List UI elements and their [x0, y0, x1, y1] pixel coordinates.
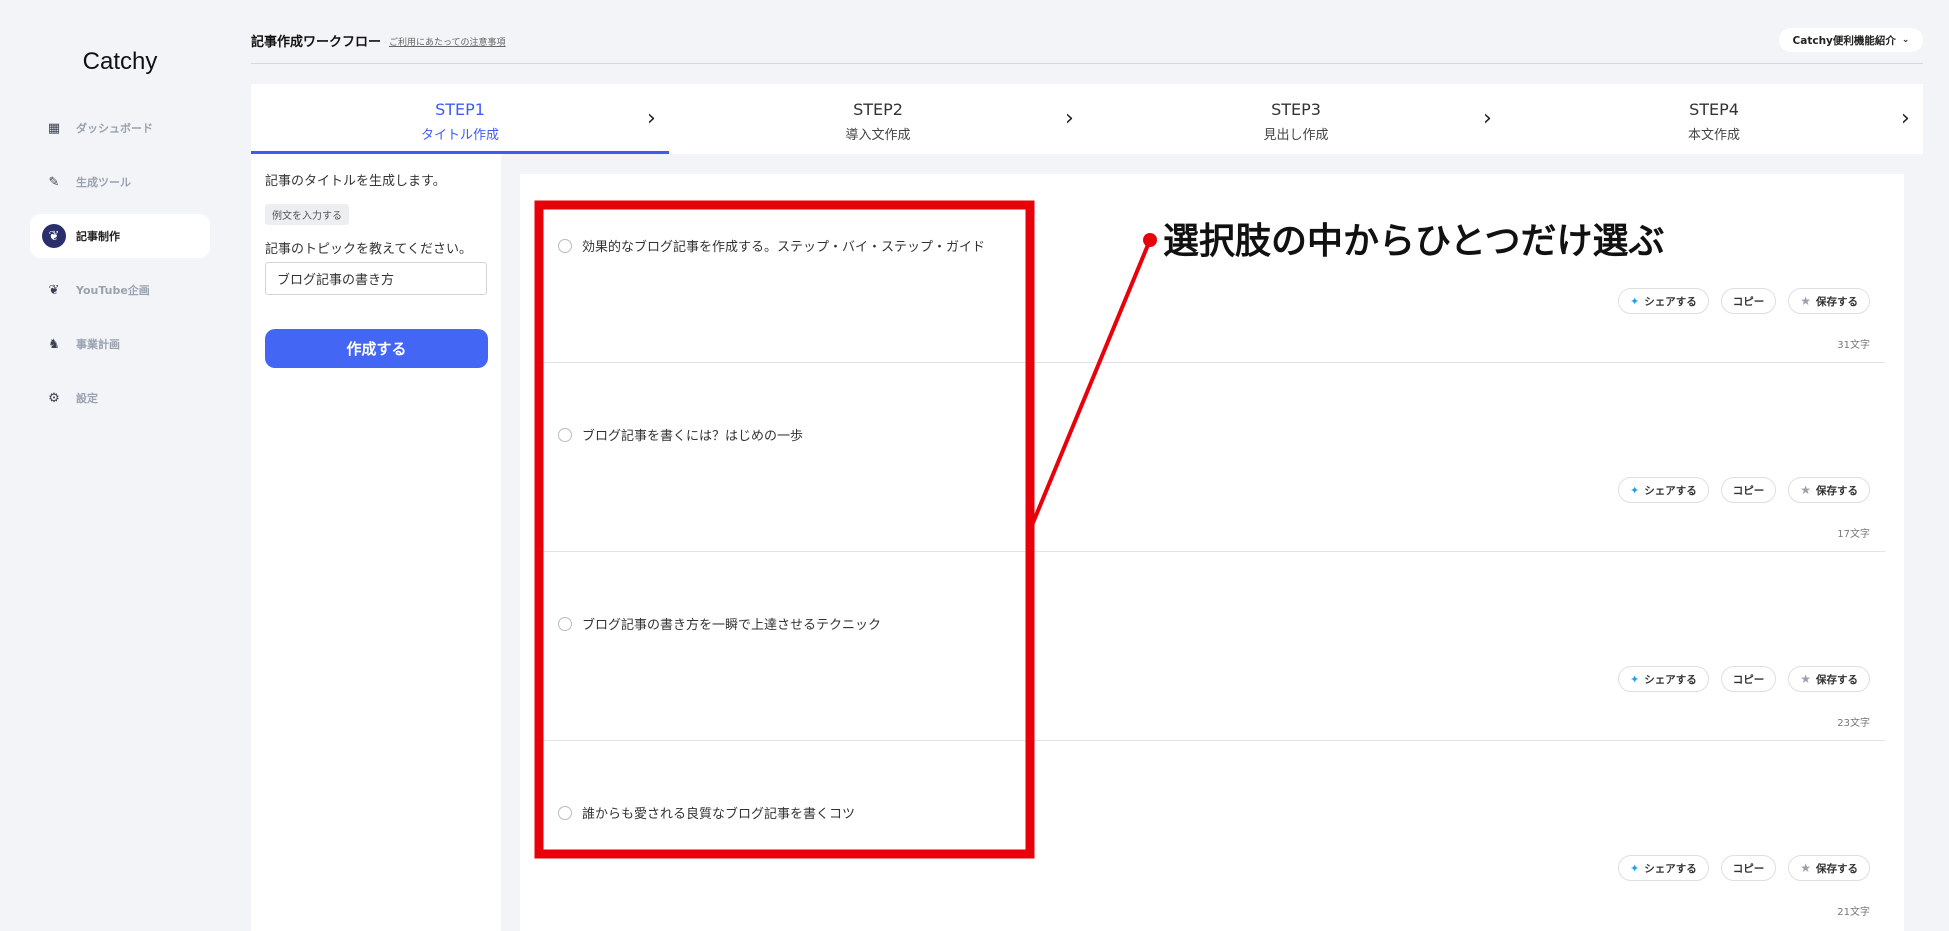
share-button[interactable]: ✦ シェアする — [1618, 477, 1709, 503]
sidebar-item-business-plan[interactable]: ♞ 事業計画 — [30, 322, 210, 366]
sidebar-item-label: YouTube企画 — [76, 284, 150, 297]
sidebar-item-label: 記事制作 — [76, 230, 120, 243]
sidebar-item-label: 事業計画 — [76, 338, 120, 351]
result-actions: ✦ シェアする コピー ★ 保存する — [1618, 855, 1870, 881]
sidebar-item-dashboard[interactable]: ▦ ダッシュボード — [30, 106, 210, 150]
step-title: STEP1 — [435, 100, 485, 119]
results-panel: 効果的なブログ記事を作成する。ステップ・バイ・ステップ・ガイド ✦ シェアする コ… — [520, 174, 1904, 931]
crow-icon: ❦ — [42, 224, 66, 248]
result-radio[interactable] — [558, 239, 572, 253]
step-subtitle: タイトル作成 — [420, 128, 499, 143]
save-button[interactable]: ★ 保存する — [1788, 855, 1870, 881]
example-input-badge[interactable]: 例文を入力する — [265, 204, 349, 225]
copy-button[interactable]: コピー — [1720, 477, 1777, 503]
step-title: STEP3 — [1271, 100, 1321, 119]
result-row: ブログ記事の書き方を一瞬で上達させるテクニック ✦ シェアする コピー ★ 保存する… — [540, 552, 1885, 741]
result-actions: ✦ シェアする コピー ★ 保存する — [1618, 288, 1870, 314]
share-label: シェアする — [1644, 862, 1697, 875]
share-button[interactable]: ✦ シェアする — [1618, 855, 1709, 881]
app-logo[interactable]: Catchy — [0, 48, 240, 76]
sidebar-item-settings[interactable]: ⚙ 設定 — [30, 376, 210, 420]
copy-button[interactable]: コピー — [1720, 855, 1777, 881]
step-subtitle: 本文作成 — [1687, 128, 1740, 143]
sidebar-item-article-creation[interactable]: ❦ 記事制作 — [30, 214, 210, 258]
chevron-right-icon: › — [1483, 106, 1492, 131]
create-button[interactable]: 作成する — [265, 329, 488, 368]
star-icon: ★ — [1800, 294, 1811, 308]
share-button[interactable]: ✦ シェアする — [1618, 288, 1709, 314]
share-label: シェアする — [1644, 673, 1697, 686]
unicorn-icon: ♞ — [48, 336, 60, 352]
chevron-down-icon: ⌄ — [1901, 35, 1910, 45]
sidebar-item-generation-tools[interactable]: ✎ 生成ツール — [30, 160, 210, 204]
panel-description: 記事のタイトルを生成します。 — [265, 174, 446, 189]
tab-step2[interactable]: STEP2 導入文作成 — [669, 84, 1087, 154]
result-actions: ✦ シェアする コピー ★ 保存する — [1618, 666, 1870, 692]
save-label: 保存する — [1816, 484, 1858, 497]
char-count: 21文字 — [1837, 907, 1870, 918]
pen-icon: ✎ — [48, 174, 60, 190]
header-divider — [251, 63, 1923, 64]
copy-button[interactable]: コピー — [1720, 288, 1777, 314]
save-label: 保存する — [1816, 673, 1858, 686]
char-count: 23文字 — [1837, 718, 1870, 729]
sidebar-item-label: ダッシュボード — [76, 122, 153, 135]
topic-input[interactable] — [265, 262, 487, 295]
result-row: ブログ記事を書くには？はじめの一歩 ✦ シェアする コピー ★ 保存する 17文字 — [540, 363, 1885, 552]
page-title: 記事作成ワークフロー — [251, 35, 382, 50]
annotation-callout: 選択肢の中からひとつだけ選ぶ — [1163, 221, 1665, 262]
char-count: 17文字 — [1837, 529, 1870, 540]
result-row: 効果的なブログ記事を作成する。ステップ・バイ・ステップ・ガイド ✦ シェアする コ… — [540, 174, 1885, 363]
share-label: シェアする — [1644, 295, 1697, 308]
save-button[interactable]: ★ 保存する — [1788, 288, 1870, 314]
share-button[interactable]: ✦ シェアする — [1618, 666, 1709, 692]
save-label: 保存する — [1816, 862, 1858, 875]
result-row: 誰からも愛される良質なブログ記事を書くコツ ✦ シェアする コピー ★ 保存する 2… — [540, 741, 1885, 930]
topic-label: 記事のトピックを教えてください。 — [265, 242, 472, 257]
sidebar-item-label: 生成ツール — [76, 176, 131, 189]
twitter-icon: ✦ — [1630, 483, 1640, 497]
save-button[interactable]: ★ 保存する — [1788, 666, 1870, 692]
chevron-right-icon: › — [1065, 106, 1074, 131]
step-title: STEP4 — [1689, 100, 1739, 119]
share-label: シェアする — [1644, 484, 1697, 497]
result-text: 誰からも愛される良質なブログ記事を書くコツ — [582, 807, 856, 822]
result-text: ブログ記事の書き方を一瞬で上達させるテクニック — [582, 618, 882, 633]
step-subtitle: 導入文作成 — [845, 128, 911, 143]
chevron-right-icon: › — [647, 106, 656, 131]
star-icon: ★ — [1800, 672, 1811, 686]
step-title: STEP2 — [853, 100, 903, 119]
result-text: 効果的なブログ記事を作成する。ステップ・バイ・ステップ・ガイド — [582, 240, 986, 255]
tab-step3[interactable]: STEP3 見出し作成 — [1087, 84, 1505, 154]
twitter-icon: ✦ — [1630, 861, 1640, 875]
chevron-right-icon: › — [1901, 106, 1910, 131]
feature-intro-label: Catchy便利機能紹介 — [1792, 34, 1896, 47]
save-button[interactable]: ★ 保存する — [1788, 477, 1870, 503]
result-text: ブログ記事を書くには？はじめの一歩 — [582, 429, 804, 444]
sidebar-item-youtube-planning[interactable]: ❦ YouTube企画 — [30, 268, 210, 312]
step-tabs: STEP1 タイトル作成 › STEP2 導入文作成 › STEP3 見出し作成… — [251, 84, 1923, 154]
result-radio[interactable] — [558, 617, 572, 631]
sidebar-item-label: 設定 — [76, 392, 98, 405]
grid-icon: ▦ — [47, 120, 61, 136]
char-count: 31文字 — [1837, 340, 1870, 351]
tab-step1[interactable]: STEP1 タイトル作成 — [251, 84, 669, 154]
sidebar: Catchy ▦ ダッシュボード ✎ 生成ツール ❦ 記事制作 ❦ YouTub… — [0, 0, 230, 931]
copy-button[interactable]: コピー — [1720, 666, 1777, 692]
twitter-icon: ✦ — [1630, 672, 1640, 686]
title-generator-panel: 記事のタイトルを生成します。 例文を入力する 記事のトピックを教えてください。 … — [251, 154, 501, 931]
notice-link[interactable]: ご利用にあたっての注意事項 — [389, 35, 506, 48]
save-label: 保存する — [1816, 295, 1858, 308]
twitter-icon: ✦ — [1630, 294, 1640, 308]
star-icon: ★ — [1800, 861, 1811, 875]
step-subtitle: 見出し作成 — [1263, 128, 1329, 143]
tab-step4[interactable]: STEP4 本文作成 — [1505, 84, 1923, 154]
crow-icon: ❦ — [48, 282, 60, 298]
feature-intro-button[interactable]: Catchy便利機能紹介 ⌄ — [1779, 28, 1923, 52]
result-radio[interactable] — [558, 428, 572, 442]
gear-icon: ⚙ — [48, 390, 60, 406]
star-icon: ★ — [1800, 483, 1811, 497]
result-actions: ✦ シェアする コピー ★ 保存する — [1618, 477, 1870, 503]
result-radio[interactable] — [558, 806, 572, 820]
